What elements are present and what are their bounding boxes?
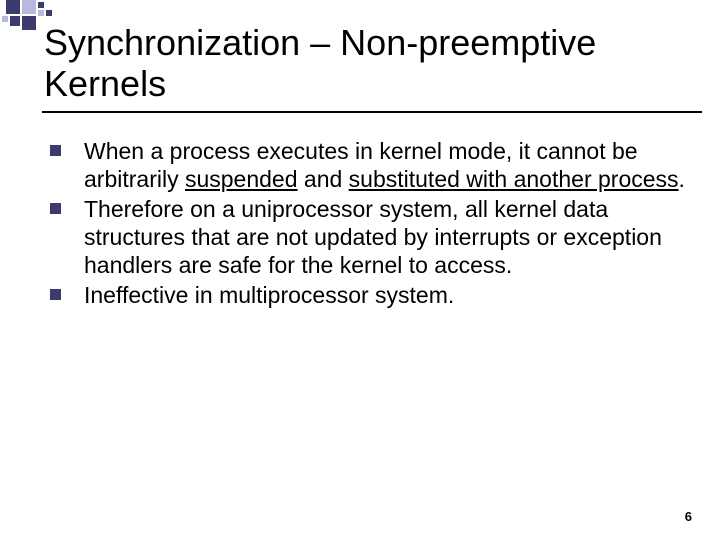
bullet-text: Ineffective in multiprocessor system. <box>84 282 454 308</box>
title-underline <box>42 111 702 113</box>
list-item: When a process executes in kernel mode, … <box>50 137 692 193</box>
bullet-text: and <box>298 166 349 192</box>
slide-content: Synchronization – Non-preemptive Kernels… <box>44 22 692 530</box>
page-number: 6 <box>685 509 692 524</box>
bullet-text: . <box>679 166 685 192</box>
bullet-text: Therefore on a uniprocessor system, all … <box>84 196 662 278</box>
list-item: Therefore on a uniprocessor system, all … <box>50 195 692 279</box>
list-item: Ineffective in multiprocessor system. <box>50 281 692 309</box>
bullet-list: When a process executes in kernel mode, … <box>44 137 692 309</box>
bullet-underline: substituted with another process <box>349 166 679 192</box>
slide-title: Synchronization – Non-preemptive Kernels <box>44 22 692 105</box>
bullet-underline: suspended <box>185 166 298 192</box>
